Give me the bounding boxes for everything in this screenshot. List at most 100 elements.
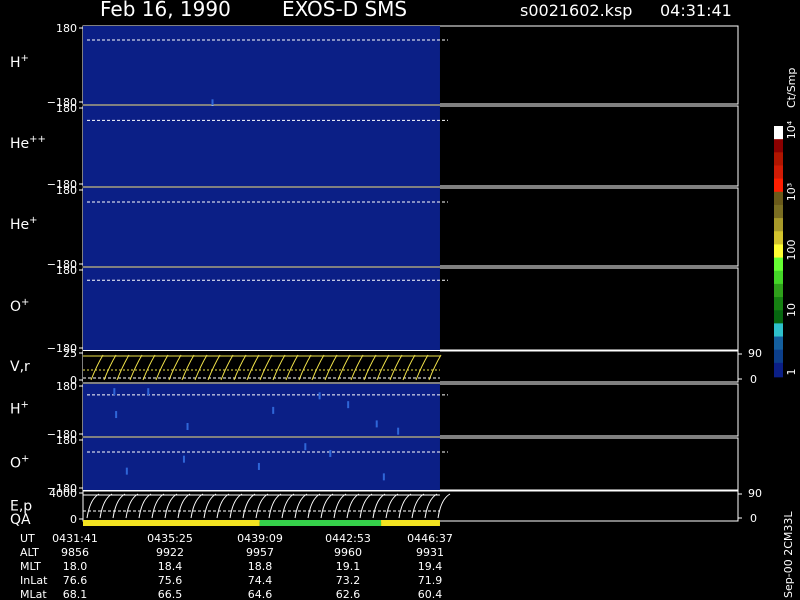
footer-cell: 9960 — [334, 546, 362, 559]
colorbar-cell — [774, 178, 783, 194]
heatmap-pixel — [186, 423, 189, 430]
panel-label: V,r — [10, 359, 30, 375]
footer-cell: 19.4 — [418, 560, 443, 573]
colorbar-cell — [774, 244, 783, 259]
footer-cell: 73.2 — [336, 574, 361, 587]
colorbar-tick-group: 100 — [785, 240, 798, 261]
heatmap-fill — [83, 188, 440, 266]
qa-label: QA — [10, 512, 31, 528]
heatmap-pixel — [211, 99, 214, 107]
colorbar-title: Ct/Smp — [785, 68, 798, 108]
colorbar-title-group: Ct/Smp — [785, 68, 798, 108]
colorbar-cell — [774, 283, 783, 299]
footer-cell: 19.1 — [336, 560, 361, 573]
footer-side-text-group: Sep-00 2CM33L — [782, 511, 795, 598]
heatmap-fill — [83, 26, 440, 104]
colorbar-tick-group: 10³ — [785, 183, 798, 201]
header-date: Feb 16, 1990 — [100, 0, 231, 21]
heatmap-pixel — [375, 420, 378, 428]
footer-row-label: InLat — [20, 574, 48, 587]
heatmap-pixel — [347, 401, 350, 409]
footer-cell: 0442:53 — [325, 532, 371, 545]
footer-cell: 18.4 — [158, 560, 183, 573]
header-time: 04:31:41 — [660, 1, 732, 20]
colorbar-cell — [774, 165, 783, 180]
y-tick-top: 180 — [56, 22, 77, 35]
footer-cell: 0439:09 — [237, 532, 283, 545]
colorbar-group: Ct/Smp 10⁴ 10³ 100 10 1 — [774, 68, 798, 378]
footer-cell: 62.6 — [336, 588, 361, 600]
heatmap-pixel — [382, 473, 385, 481]
colorbar-cell — [774, 152, 783, 167]
panels-group: 180−180H+180−180He++180−180He+180−180O+9… — [10, 22, 762, 526]
panel-he2: 180−180He++ — [10, 102, 739, 191]
footer-cell: 18.0 — [63, 560, 88, 573]
heatmap-pixel — [397, 427, 400, 435]
heatmap-pixel — [125, 467, 128, 475]
colorbar-cell — [774, 218, 783, 233]
heatmap-pixel — [318, 392, 321, 400]
panel-label: He++ — [10, 134, 46, 152]
y-tick-top: 180 — [56, 102, 77, 115]
panel-label: O+ — [10, 453, 29, 471]
footer-row-label: MLT — [20, 560, 41, 573]
panel-label: He+ — [10, 215, 38, 233]
colorbar-cell — [774, 310, 783, 325]
heatmap-pixel — [304, 443, 307, 451]
footer-cell: 0431:41 — [52, 532, 98, 545]
heatmap-pixel — [272, 406, 275, 414]
colorbar-cell — [774, 336, 783, 352]
colorbar-cell — [774, 204, 783, 220]
panel-label: H+ — [10, 399, 29, 417]
footer-cell: 18.8 — [248, 560, 273, 573]
panel-label: O+ — [10, 297, 29, 315]
panel-h2: 180−180H+ — [10, 380, 739, 441]
footer-cell: 9957 — [246, 546, 274, 559]
footer-cell: 66.5 — [158, 588, 183, 600]
heatmap-pixel — [147, 388, 150, 396]
heatmap-fill — [83, 106, 440, 186]
heatmap-pixel — [113, 388, 116, 396]
colorbar-tick-label: 10 — [785, 303, 798, 317]
right-tick-bottom: 0 — [750, 512, 757, 525]
footer-cell: 74.4 — [248, 574, 273, 587]
panel-vr: 900250V,r — [10, 347, 762, 387]
colorbar-cell — [774, 349, 783, 365]
colorbar-tick-group: 10⁴ — [785, 120, 798, 139]
footer-table-group: UT 0431:41 0435:25 0439:09 0442:53 0446:37 ALT… — [20, 532, 453, 600]
heatmap-fill — [83, 438, 440, 490]
panel-label: H+ — [10, 53, 29, 71]
footer-row-label: ALT — [20, 546, 39, 559]
colorbar-cell — [774, 362, 783, 378]
colorbar-cell — [774, 297, 783, 312]
footer-cell: 68.1 — [63, 588, 88, 600]
panel-h1: 180−180H+ — [10, 22, 739, 109]
colorbar-tick-label: 100 — [785, 240, 798, 261]
colorbar-tick-label: 10⁴ — [785, 120, 798, 139]
y-tick-top: 4000 — [49, 487, 77, 500]
y-tick-top: 180 — [56, 264, 77, 277]
y-tick-bottom: 0 — [70, 513, 77, 526]
colorbar-tick-label: 1 — [785, 369, 798, 376]
qa-segment — [259, 520, 382, 526]
exos-d-sms-plot: Feb 16, 1990 EXOS-D SMS s0021602.ksp 04:… — [10, 0, 798, 600]
y-tick-top: 180 — [56, 184, 77, 197]
panel-o1: 180−180O+ — [10, 264, 739, 355]
footer-cell: 0446:37 — [407, 532, 453, 545]
heatmap-pixel — [329, 449, 332, 457]
header-instrument: EXOS-D SMS — [282, 0, 407, 21]
heatmap-pixel — [257, 462, 260, 470]
footer-cell: 0435:25 — [147, 532, 193, 545]
colorbar-cell — [774, 139, 783, 154]
footer-side-text: Sep-00 2CM33L — [782, 511, 795, 598]
footer-cell: 9922 — [156, 546, 184, 559]
footer-cell: 9856 — [61, 546, 89, 559]
colorbar-tick-group: 1 — [785, 369, 798, 376]
right-tick-top: 90 — [748, 347, 762, 360]
footer-cell: 75.6 — [158, 574, 183, 587]
heatmap-fill — [83, 384, 440, 436]
footer-cell: 9931 — [416, 546, 444, 559]
panel-he1: 180−180He+ — [10, 184, 739, 271]
colorbar-tick-label: 10³ — [785, 183, 798, 201]
colorbar-tick-group: 10 — [785, 303, 798, 317]
